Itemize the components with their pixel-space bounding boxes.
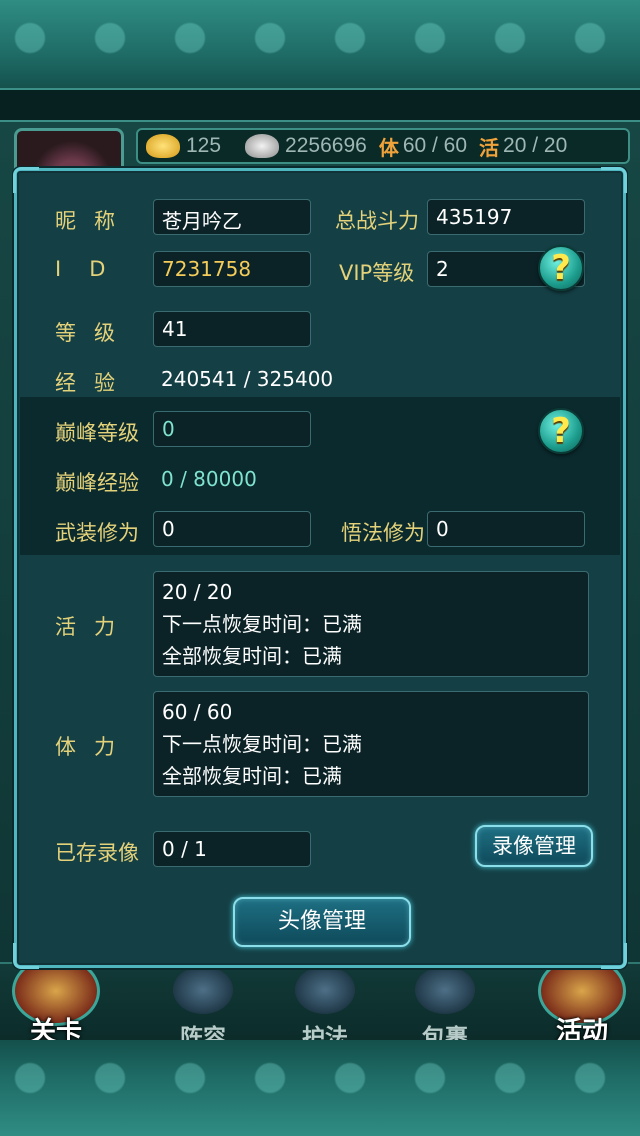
peak-exp-value: 0 / 80000 — [161, 467, 257, 491]
top-title-bar — [0, 88, 640, 122]
peak-exp-label: 巅峰经验 — [55, 471, 139, 495]
stamina-label: 体力 — [55, 735, 133, 759]
nav-stage[interactable]: 关卡 — [0, 956, 112, 1052]
peak-level-label: 巅峰等级 — [55, 421, 139, 445]
vitality-tag: 活 — [479, 137, 500, 160]
stamina-value: 60 / 60 — [162, 700, 233, 724]
lineup-icon — [173, 966, 233, 1014]
vitality-label: 活力 — [55, 615, 133, 639]
stamina-next-recover: 下一点恢复时间：已满 — [162, 732, 362, 756]
player-info-dialog: 昵称 苍月吟乙 总战斗力 435197 ID 7231758 VIP等级 2 ?… — [13, 167, 627, 969]
resource-bar: 125 2256696 体 60 / 60 活 20 / 20 — [136, 128, 630, 164]
stamina-tag: 体 — [378, 137, 399, 160]
frame-corner — [601, 167, 627, 193]
replay-manage-button[interactable]: 录像管理 — [475, 825, 593, 867]
gold-ingot-icon — [146, 134, 180, 158]
nickname-label: 昵称 — [55, 209, 133, 233]
gold-amount: 125 — [186, 134, 222, 157]
frame-corner — [13, 167, 39, 193]
nickname-field: 苍月吟乙 — [153, 199, 311, 235]
vitality-box: 20 / 20 下一点恢复时间：已满 全部恢复时间：已满 — [153, 571, 589, 677]
nav-bag[interactable]: 包裹 — [390, 964, 500, 1051]
vitality-full-recover: 全部恢复时间：已满 — [162, 644, 342, 668]
vip-label: VIP等级 — [339, 261, 415, 285]
replay-field: 0 / 1 — [153, 831, 311, 867]
peak-help-icon[interactable]: ? — [538, 408, 584, 454]
vitality-amount: 20 / 20 — [503, 134, 568, 157]
vitality-next-recover: 下一点恢复时间：已满 — [162, 612, 362, 636]
avatar-manage-button[interactable]: 头像管理 — [233, 897, 411, 947]
dharma-field: 0 — [427, 511, 585, 547]
nav-guardian[interactable]: 护法 — [270, 964, 380, 1051]
level-label: 等级 — [55, 321, 133, 345]
stamina-box: 60 / 60 下一点恢复时间：已满 全部恢复时间：已满 — [153, 691, 589, 797]
stamina-full-recover: 全部恢复时间：已满 — [162, 764, 342, 788]
guardian-icon — [295, 966, 355, 1014]
martial-label: 武装修为 — [55, 521, 139, 545]
level-field: 41 — [153, 311, 311, 347]
vip-help-icon[interactable]: ? — [538, 245, 584, 291]
nav-activity[interactable]: 活动 — [526, 956, 638, 1052]
vitality-value: 20 / 20 — [162, 580, 233, 604]
bag-icon — [415, 966, 475, 1014]
peak-level-field: 0 — [153, 411, 311, 447]
id-field: 7231758 — [153, 251, 311, 287]
power-field: 435197 — [427, 199, 585, 235]
frame-corner — [13, 943, 39, 969]
id-label: ID — [55, 257, 134, 281]
stamina-amount: 60 / 60 — [402, 134, 468, 157]
bottom-decor-banner — [0, 1040, 640, 1136]
exp-value: 240541 / 325400 — [161, 367, 334, 391]
replay-label: 已存录像 — [55, 841, 139, 865]
dharma-label: 悟法修为 — [341, 521, 425, 545]
frame-corner — [601, 943, 627, 969]
silver-amount: 2256696 — [285, 134, 367, 157]
top-decor-banner — [0, 0, 640, 90]
martial-field: 0 — [153, 511, 311, 547]
nav-lineup[interactable]: 阵容 — [148, 964, 258, 1051]
exp-label: 经验 — [55, 371, 133, 395]
power-label: 总战斗力 — [335, 209, 419, 233]
silver-ingot-icon — [245, 134, 280, 158]
